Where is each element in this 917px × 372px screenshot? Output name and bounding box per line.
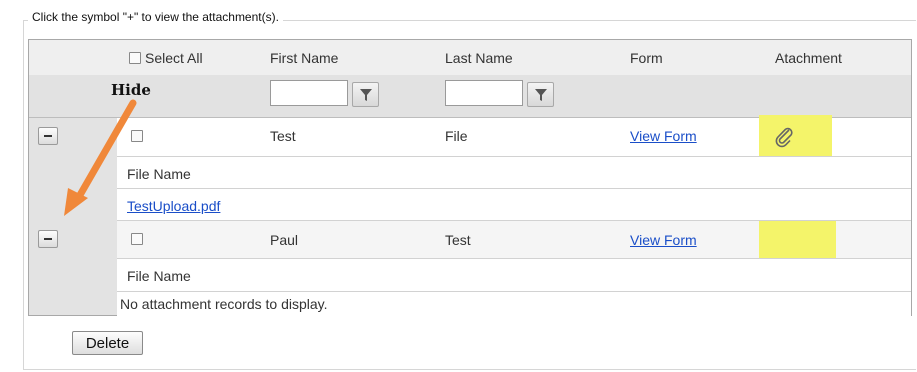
detail-header-row: File Name	[117, 258, 911, 291]
collapse-row-1-button[interactable]	[38, 127, 58, 145]
row-1-view-form-link[interactable]: View Form	[630, 128, 697, 144]
delete-button[interactable]: Delete	[72, 331, 143, 355]
detail-header-row: File Name	[117, 156, 911, 189]
expand-column	[29, 118, 117, 315]
filter-icon	[360, 89, 372, 101]
first-name-filter-button[interactable]	[352, 82, 379, 107]
grid-header: Select All First Name Last Name Form Ata…	[29, 40, 911, 76]
row-1-checkbox[interactable]	[131, 130, 143, 142]
last-name-header[interactable]: Last Name	[445, 50, 513, 66]
row-1-first-name: Test	[270, 128, 296, 144]
file-name-header: File Name	[127, 268, 191, 284]
select-all-label: Select All	[145, 50, 203, 66]
row-2-view-form-link[interactable]: View Form	[630, 232, 697, 248]
instruction-text: Click the symbol "+" to view the attachm…	[28, 10, 283, 24]
attachment-highlight	[759, 115, 832, 158]
form-header[interactable]: Form	[630, 50, 663, 66]
row-1-last-name: File	[445, 128, 468, 144]
first-name-header[interactable]: First Name	[270, 50, 338, 66]
select-all[interactable]: Select All	[129, 50, 203, 66]
filter-icon	[535, 89, 547, 101]
table-row: Paul Test View Form	[117, 220, 911, 259]
row-2-last-name: Test	[445, 232, 471, 248]
paperclip-icon[interactable]	[773, 126, 795, 148]
last-name-filter-button[interactable]	[527, 82, 554, 107]
attachment-highlight	[759, 221, 836, 259]
empty-message-row: No attachment records to display.	[117, 291, 911, 316]
file-name-header: File Name	[127, 166, 191, 182]
select-all-checkbox[interactable]	[129, 52, 141, 64]
hide-annotation-label: Hide	[111, 81, 151, 99]
first-name-filter-input[interactable]	[270, 80, 348, 106]
row-2-first-name: Paul	[270, 232, 299, 248]
attachments-grid: Select All First Name Last Name Form Ata…	[28, 39, 912, 316]
row-2-checkbox[interactable]	[131, 233, 143, 245]
no-records-message: No attachment records to display.	[120, 296, 328, 312]
last-name-filter-input[interactable]	[445, 80, 523, 106]
list-item: TestUpload.pdf	[117, 188, 911, 221]
table-row: Test File View Form	[117, 115, 911, 158]
collapse-row-2-button[interactable]	[38, 230, 58, 248]
file-link[interactable]: TestUpload.pdf	[127, 198, 220, 214]
attachment-header[interactable]: Atachment	[775, 50, 842, 66]
